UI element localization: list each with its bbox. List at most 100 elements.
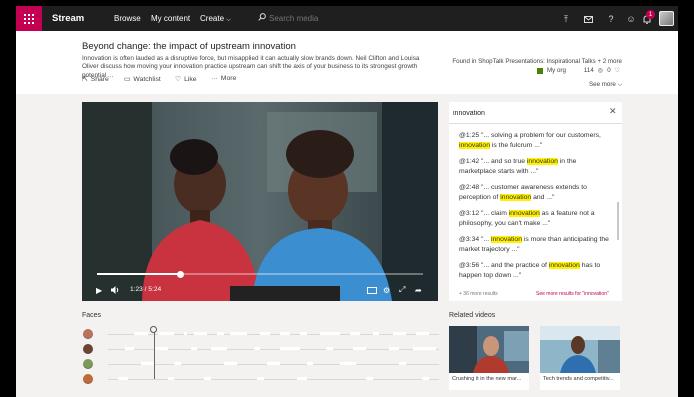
face-appearance-segment[interactable] [230, 332, 248, 335]
video-player[interactable]: ▶ 1:23 / 5:24 ⚙ ⤢ ➦ [82, 102, 438, 301]
found-in-channels[interactable]: Found in ShopTalk Presentations: Inspira… [452, 58, 622, 65]
result-time: @3:56 [459, 262, 480, 269]
face-appearance-segment[interactable] [392, 332, 406, 335]
face-appearance-segment[interactable] [223, 362, 238, 365]
face-track[interactable] [108, 361, 439, 367]
face-appearance-segment[interactable] [326, 347, 334, 350]
share-button[interactable]: ⇱ Share [82, 75, 109, 84]
result-time: @3:12 [459, 210, 480, 217]
face-appearance-segment[interactable] [260, 332, 271, 335]
like-button[interactable]: ♡ Like [175, 75, 197, 84]
more-results-count: + 36 more results [459, 291, 498, 297]
face-track[interactable] [108, 346, 439, 352]
avatar[interactable] [659, 11, 674, 26]
nav-create[interactable]: Create ⌵ [200, 14, 231, 24]
face-appearance-segment[interactable] [210, 347, 228, 350]
face-appearance-segment[interactable] [184, 332, 188, 335]
search-icon[interactable] [258, 13, 266, 21]
face-appearance-segment[interactable] [280, 332, 291, 335]
likes-count: 0 [607, 67, 611, 74]
face-appearance-segment[interactable] [296, 377, 307, 380]
volume-icon[interactable] [111, 284, 120, 296]
face-appearance-segment[interactable] [389, 347, 400, 350]
help-icon[interactable]: ? [604, 12, 618, 26]
transcript-result[interactable]: @3:34 "... innovation is more than antic… [459, 235, 615, 255]
share-icon: ⇱ [82, 76, 88, 83]
face-appearance-segment[interactable] [349, 332, 360, 335]
app-launcher-icon[interactable] [16, 6, 42, 31]
face-appearance-segment[interactable] [366, 377, 373, 380]
face-appearance-segment[interactable] [266, 362, 281, 365]
play-icon[interactable]: ▶ [96, 284, 102, 296]
smiley-icon[interactable]: ☺ [624, 12, 638, 26]
face-appearance-segment[interactable] [422, 377, 430, 380]
face-appearance-segment[interactable] [319, 332, 340, 335]
face-thumbnail[interactable] [83, 344, 93, 354]
face-appearance-segment[interactable] [190, 347, 198, 350]
face-appearance-segment[interactable] [372, 332, 380, 335]
related-video-card[interactable]: Crushing it in the new mar... [449, 326, 529, 390]
org-check-icon [537, 67, 543, 74]
seek-thumb[interactable] [176, 270, 184, 278]
face-appearance-segment[interactable] [134, 332, 148, 335]
app-name[interactable]: Stream [52, 13, 84, 24]
mail-icon[interactable] [581, 12, 595, 26]
face-track-line [108, 378, 439, 380]
transcript-result[interactable]: @1:25 "... solving a problem for our cus… [459, 131, 615, 151]
transcript-result[interactable]: @2:48 "... customer awareness extends to… [459, 183, 615, 203]
face-appearance-segment[interactable] [339, 362, 357, 365]
face-appearance-segment[interactable] [117, 377, 128, 380]
face-appearance-segment[interactable] [256, 377, 264, 380]
seek-bar[interactable] [97, 270, 423, 278]
face-track[interactable] [108, 376, 439, 382]
face-thumbnail[interactable] [83, 374, 93, 384]
watchlist-button[interactable]: ▭ Watchlist [124, 75, 161, 84]
transcript-result[interactable]: @1:42 "... and so true innovation in the… [459, 157, 615, 177]
face-appearance-segment[interactable] [299, 332, 307, 335]
face-appearance-segment[interactable] [154, 347, 168, 350]
related-video-title: Tech trends and competitiv... [543, 376, 614, 382]
result-before: "... and the practice of [479, 262, 549, 269]
fullscreen-icon[interactable]: ⤢ [399, 284, 405, 296]
face-thumbnail[interactable] [83, 329, 93, 339]
result-match: innovation [526, 158, 558, 165]
face-appearance-segment[interactable] [203, 377, 211, 380]
transcript-scrollbar[interactable] [617, 202, 619, 240]
face-appearance-segment[interactable] [194, 332, 208, 335]
settings-gear-icon[interactable]: ⚙ [383, 284, 390, 296]
nav-my-content[interactable]: My content [151, 14, 190, 23]
result-time: @3:34 [459, 236, 480, 243]
face-appearance-segment[interactable] [352, 347, 367, 350]
face-appearance-segment[interactable] [124, 347, 135, 350]
see-more-results-link[interactable]: See more results for "innovation" [536, 291, 609, 297]
face-appearance-segment[interactable] [412, 347, 436, 350]
face-appearance-segment[interactable] [157, 332, 175, 335]
face-appearance-segment[interactable] [141, 362, 155, 365]
face-thumbnail[interactable] [83, 359, 93, 369]
face-appearance-segment[interactable] [415, 332, 430, 335]
face-appearance-segment[interactable] [253, 347, 261, 350]
face-appearance-segment[interactable] [174, 362, 181, 365]
transcript-result[interactable]: @3:56 "... and the practice of innovatio… [459, 261, 615, 281]
face-track[interactable] [108, 331, 439, 337]
result-match: innovation [459, 141, 490, 149]
transcript-search-input[interactable] [453, 107, 608, 119]
result-before: "... claim [479, 210, 509, 217]
search-input[interactable] [269, 12, 469, 25]
chevron-down-icon: ⌵ [226, 17, 231, 23]
face-appearance-segment[interactable] [306, 362, 314, 365]
more-button[interactable]: ··· More [211, 75, 236, 82]
nav-browse[interactable]: Browse [114, 14, 141, 23]
face-appearance-segment[interactable] [280, 347, 300, 350]
upload-icon[interactable]: ⤒ [559, 12, 573, 26]
captions-icon[interactable] [367, 284, 377, 296]
share-arrow-icon[interactable]: ➦ [415, 284, 422, 296]
face-appearance-segment[interactable] [399, 362, 406, 365]
face-appearance-segment[interactable] [217, 332, 224, 335]
share-label: Share [90, 75, 109, 83]
related-video-card[interactable]: Tech trends and competitiv... [540, 326, 620, 390]
close-icon[interactable]: ✕ [609, 106, 617, 117]
face-appearance-segment[interactable] [167, 377, 175, 380]
see-more-button[interactable]: See more ⌵ [589, 81, 622, 89]
transcript-result[interactable]: @3:12 "... claim innovation as a feature… [459, 209, 615, 229]
